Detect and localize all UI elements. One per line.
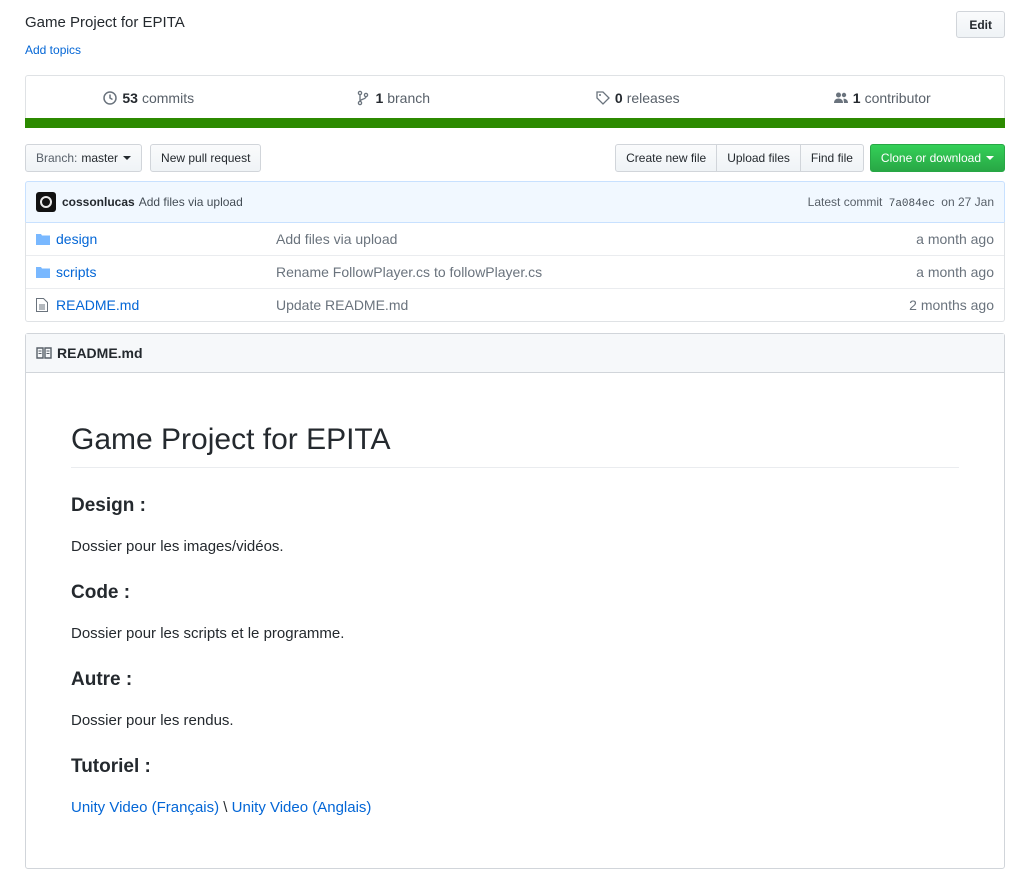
section-text: Dossier pour les rendus. (71, 712, 234, 729)
find-file-button[interactable]: Find file (799, 144, 864, 172)
people-icon (833, 92, 848, 103)
commit-sha[interactable]: 7a084ec (889, 198, 935, 210)
caret-down-icon (986, 156, 994, 160)
create-new-file-button[interactable]: Create new file (615, 144, 718, 172)
table-row: README.md Update README.md 2 months ago (26, 288, 1004, 321)
latest-commit-bar: cossonlucas Add files via upload Latest … (25, 181, 1005, 223)
edit-button[interactable]: Edit (956, 11, 1005, 38)
readme-header-label: README.md (57, 345, 143, 361)
contributors-label: contributor (864, 89, 931, 106)
file-actions-group: Create new file Upload files Find file (615, 144, 864, 172)
releases-label: releases (626, 89, 680, 106)
contributors-count: 1 (852, 89, 861, 106)
tag-icon (596, 90, 610, 105)
readme-panel: README.md Game Project for EPITA Design … (25, 333, 1005, 869)
section-heading: Design : (71, 495, 146, 516)
book-icon (36, 347, 52, 359)
section-heading: Tutoriel : (71, 756, 151, 777)
releases-count: 0 (614, 89, 623, 106)
repo-summary: 53 commits 1 branch 0 releases 1 contrib… (25, 75, 1005, 128)
file-name-link[interactable]: design (56, 231, 276, 247)
readme-body: Game Project for EPITA Design : Dossier … (26, 423, 1004, 816)
table-row: scripts Rename FollowPlayer.cs to follow… (26, 255, 1004, 288)
commits-label: commits (141, 89, 195, 106)
unity-video-en-link[interactable]: Unity Video (Anglais) (232, 799, 372, 816)
language-bar[interactable] (25, 118, 1005, 128)
branch-select-button[interactable]: Branch: master (25, 144, 143, 172)
toolbar-left: Branch: master New pull request (25, 144, 262, 172)
add-topics-link[interactable]: Add topics (25, 43, 81, 57)
commit-author[interactable]: cossonlucas (62, 195, 135, 209)
file-age: a month ago (916, 231, 994, 247)
file-name-link[interactable]: scripts (56, 264, 276, 280)
file-age: 2 months ago (909, 297, 994, 313)
commit-message[interactable]: Add files via upload (139, 195, 243, 209)
folder-icon (36, 233, 52, 245)
section-heading: Autre : (71, 669, 133, 690)
branch-count: 1 (375, 89, 384, 106)
branch-label: branch (387, 89, 431, 106)
commit-meta: Latest commit 7a084ec on 27 Jan (808, 195, 994, 210)
file-commit-message[interactable]: Add files via upload (276, 231, 916, 247)
unity-video-fr-link[interactable]: Unity Video (Français) (71, 799, 219, 816)
history-icon (103, 90, 118, 105)
tutorial-links: Unity Video (Français) \ Unity Video (An… (71, 799, 959, 816)
new-pull-request-button[interactable]: New pull request (150, 144, 262, 172)
section-text: Dossier pour les images/vidéos. (71, 538, 284, 555)
caret-down-icon (123, 156, 132, 160)
upload-files-button[interactable]: Upload files (716, 144, 801, 172)
file-list: design Add files via upload a month ago … (25, 222, 1005, 322)
file-commit-message[interactable]: Rename FollowPlayer.cs to followPlayer.c… (276, 264, 916, 280)
section-text: Dossier pour les scripts et le programme… (71, 625, 345, 642)
repo-description: Game Project for EPITA (25, 14, 185, 31)
clone-or-download-button[interactable]: Clone or download (869, 144, 1005, 172)
branch-name: master (81, 151, 119, 165)
link-separator: \ (219, 799, 232, 816)
file-name-link[interactable]: README.md (56, 297, 276, 313)
table-row: design Add files via upload a month ago (26, 222, 1004, 255)
section-heading: Code : (71, 582, 131, 603)
folder-icon (36, 266, 52, 278)
commits-count: 53 (122, 89, 138, 106)
file-icon (36, 298, 52, 312)
file-age: a month ago (916, 264, 994, 280)
readme-title: Game Project for EPITA (71, 423, 959, 468)
toolbar-right: Create new file Upload files Find file C… (615, 144, 1005, 172)
avatar[interactable] (36, 192, 56, 212)
readme-header: README.md (26, 334, 1004, 373)
clone-label: Clone or download (880, 151, 981, 165)
file-commit-message[interactable]: Update README.md (276, 297, 909, 313)
branch-prefix: Branch: (36, 151, 78, 165)
latest-commit-label: Latest commit (807, 194, 883, 209)
branch-icon (358, 90, 369, 105)
commit-date: on 27 Jan (941, 194, 994, 209)
